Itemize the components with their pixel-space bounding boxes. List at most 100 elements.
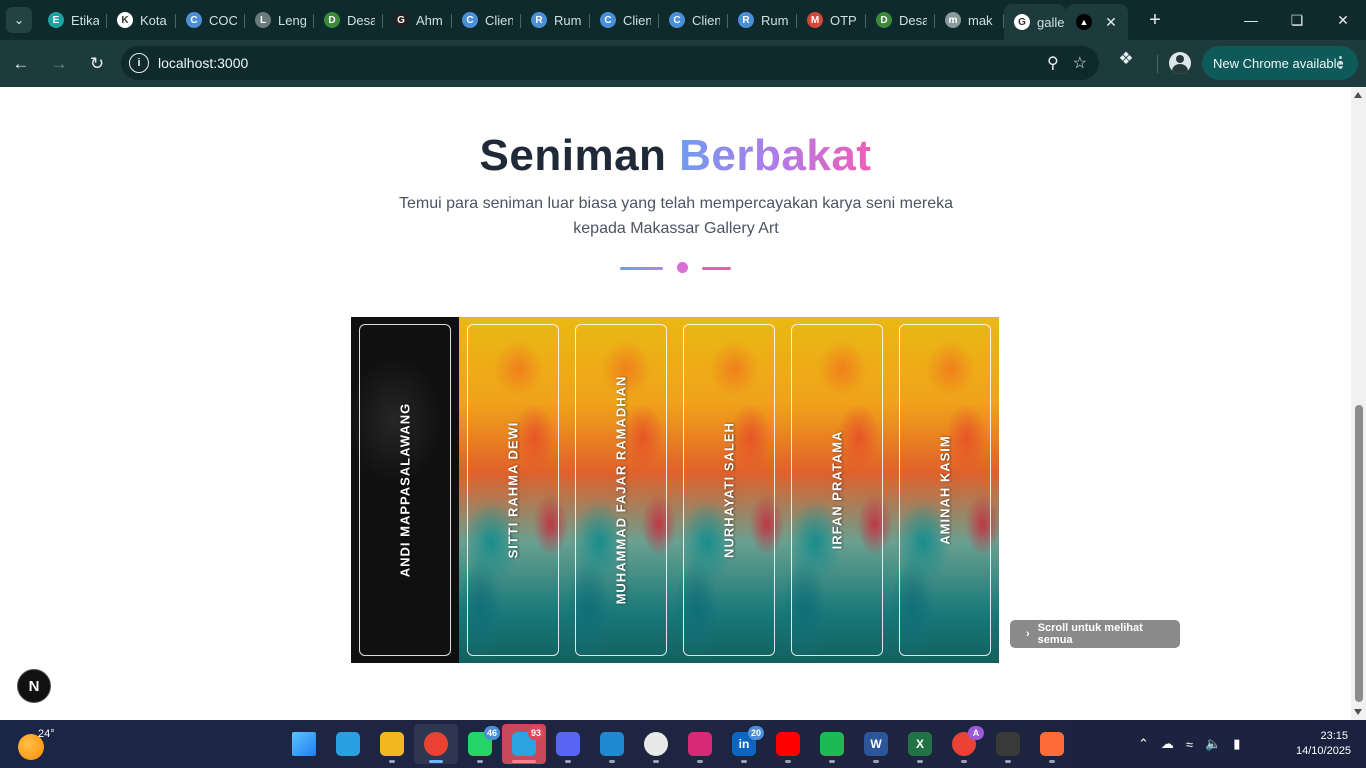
taskbar-linkedin[interactable]: in 20 — [722, 724, 766, 764]
taskbar-terminal[interactable] — [986, 724, 1030, 764]
tab[interactable]: L Leng — [245, 4, 314, 36]
taskbar-vscode[interactable] — [590, 724, 634, 764]
instagram-icon — [688, 732, 712, 756]
extensions-icon[interactable]: ❖ — [1113, 49, 1139, 69]
minimize-button[interactable]: — — [1228, 0, 1274, 40]
nextjs-dev-badge[interactable]: N — [17, 669, 51, 703]
site-info-icon[interactable]: i — [129, 53, 149, 73]
tab[interactable]: D Desa — [314, 4, 383, 36]
taskbar-whatsapp[interactable]: 46 — [458, 724, 502, 764]
artist-card[interactable]: IRFAN PRATAMA — [783, 317, 891, 663]
new-tab-button[interactable]: + — [1142, 7, 1168, 33]
artist-card[interactable]: MUHAMMAD FAJAR RAMADHAN — [567, 317, 675, 663]
url-text[interactable]: localhost:3000 — [158, 55, 248, 71]
scrollbar-thumb[interactable] — [1355, 405, 1363, 702]
taskbar-excel[interactable]: X — [898, 724, 942, 764]
tab[interactable]: C Clien — [452, 4, 521, 36]
page-scrollbar[interactable] — [1351, 87, 1366, 720]
tab-title: Rum — [554, 12, 582, 28]
zoom-icon[interactable]: ⚲ — [1047, 53, 1059, 73]
wifi-icon[interactable]: ≈ — [1186, 737, 1193, 752]
taskbar-postman[interactable] — [1030, 724, 1074, 764]
tab-active[interactable]: Ggalle — [1004, 4, 1066, 40]
forward-button[interactable]: → — [42, 47, 76, 81]
tab-favicon-icon: M — [807, 12, 823, 28]
artist-name: MUHAMMAD FAJAR RAMADHAN — [613, 375, 629, 605]
tab-favicon-icon: K — [117, 12, 133, 28]
tab-favicon-icon: m — [945, 12, 961, 28]
bookmark-star-icon[interactable]: ☆ — [1073, 53, 1087, 73]
taskbar-word[interactable]: W — [854, 724, 898, 764]
tab-title: Clien — [623, 12, 651, 28]
tab[interactable]: K Kota — [107, 4, 176, 36]
taskbar-chrome-profile[interactable]: A — [942, 724, 986, 764]
restore-icon: ❏ — [1290, 11, 1304, 28]
excel-icon: X — [908, 732, 932, 756]
system-tray: ⌃ ☁ ≈ 🔈 ▮ — [1138, 720, 1240, 768]
word-icon: W — [864, 732, 888, 756]
scroll-hint-label: Scroll untuk melihat semua — [1037, 622, 1143, 646]
volume-icon[interactable]: 🔈 — [1205, 736, 1221, 752]
close-window-button[interactable]: ✕ — [1320, 0, 1366, 40]
taskbar-steam[interactable] — [634, 724, 678, 764]
section-subtitle: Temui para seniman luar biasa yang telah… — [398, 195, 954, 237]
tab[interactable]: C Clien — [659, 4, 728, 36]
tab-title: OTP — [830, 12, 857, 28]
weather-widget[interactable]: 24° — [18, 728, 55, 760]
tab-title: Ahm — [416, 12, 443, 28]
tab-favicon-icon: D — [876, 12, 892, 28]
tab[interactable]: M OTP — [797, 4, 866, 36]
address-bar[interactable]: i localhost:3000 ⚲ ☆ — [121, 46, 1099, 80]
tab[interactable]: R Rum — [728, 4, 797, 36]
taskbar-discord[interactable] — [546, 724, 590, 764]
tab[interactable]: C COC — [176, 4, 245, 36]
taskbar-start[interactable] — [282, 724, 326, 764]
tab-close-icon[interactable]: ✕ — [1101, 12, 1121, 32]
tab-title: Leng — [278, 12, 306, 28]
reload-button[interactable]: ↻ — [80, 47, 114, 81]
artist-gallery[interactable]: ANDI MAPPASALAWANG SITTI RAHMA DEWI MUHAMM… — [351, 317, 999, 663]
update-chrome-label: New Chrome available — [1213, 55, 1344, 71]
tab[interactable]: C Clien — [590, 4, 659, 36]
update-chrome-button[interactable]: New Chrome available ⋮ — [1202, 46, 1358, 80]
restore-button[interactable]: ❏ — [1274, 0, 1320, 40]
tab-current[interactable]: ▲ ✕ — [1066, 4, 1128, 40]
chevron-down-icon: ⌄ — [13, 13, 25, 27]
artist-card[interactable]: AMINAH KASIM — [891, 317, 999, 663]
system-clock[interactable]: 23:15 14/10/2025 — [1296, 729, 1351, 759]
artist-card[interactable]: SITTI RAHMA DEWI — [459, 317, 567, 663]
divider-dot — [677, 262, 688, 273]
tab-title: mak — [968, 12, 993, 28]
onedrive-icon[interactable]: ☁ — [1161, 736, 1174, 752]
scroll-up-arrow-icon[interactable] — [1354, 92, 1362, 98]
tab[interactable]: D Desa — [866, 4, 935, 36]
artist-card[interactable]: ANDI MAPPASALAWANG — [351, 317, 459, 663]
tab[interactable]: E Etika — [38, 4, 107, 36]
tab[interactable]: R Rum — [521, 4, 590, 36]
vscode-icon — [600, 732, 624, 756]
tab-search-button[interactable]: ⌄ — [6, 7, 32, 33]
tab[interactable]: G Ahm — [383, 4, 452, 36]
profile-avatar[interactable] — [1169, 52, 1191, 74]
tab-title: galle — [1037, 14, 1065, 30]
taskbar-search[interactable] — [326, 724, 370, 764]
battery-icon[interactable]: ▮ — [1233, 736, 1240, 752]
tab[interactable]: m mak — [935, 4, 1004, 36]
tab-title: Kota — [140, 12, 167, 28]
scroll-down-arrow-icon[interactable] — [1354, 709, 1362, 715]
taskbar-file-explorer[interactable] — [370, 724, 414, 764]
taskbar-spotify[interactable] — [810, 724, 854, 764]
notification-badge: 46 — [483, 726, 500, 740]
scroll-hint-button[interactable]: › Scroll untuk melihat semua — [1010, 620, 1180, 648]
chevron-up-icon[interactable]: ⌃ — [1138, 736, 1149, 752]
back-button[interactable]: ← — [4, 47, 38, 81]
artist-card[interactable]: NURHAYATI SALEH — [675, 317, 783, 663]
taskbar-youtube[interactable] — [766, 724, 810, 764]
taskbar-chrome[interactable] — [414, 724, 458, 764]
decorative-divider — [620, 262, 732, 274]
taskbar-telegram[interactable]: 93 — [502, 724, 546, 764]
more-menu-icon[interactable]: ⋮ — [1333, 53, 1348, 71]
steam-icon — [644, 732, 668, 756]
taskbar-instagram[interactable] — [678, 724, 722, 764]
tab-title: Desa — [899, 12, 927, 28]
